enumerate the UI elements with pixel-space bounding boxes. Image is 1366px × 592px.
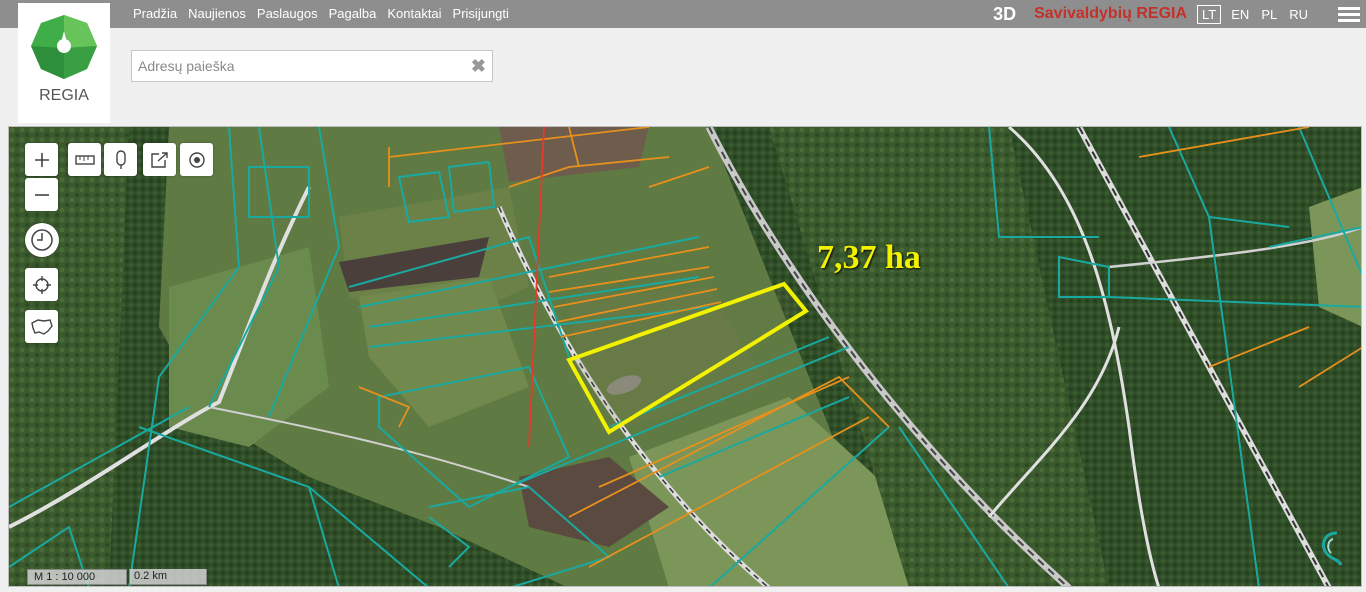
nav-item-services[interactable]: Paslaugos bbox=[257, 6, 318, 21]
regia-map-watermark bbox=[1317, 529, 1347, 574]
regia-watermark-icon bbox=[1322, 531, 1343, 566]
nav-item-help[interactable]: Pagalba bbox=[329, 6, 377, 21]
share-button[interactable] bbox=[143, 143, 176, 176]
nav-item-contacts[interactable]: Kontaktai bbox=[387, 6, 441, 21]
clock-icon bbox=[31, 229, 53, 251]
lang-ru[interactable]: RU bbox=[1289, 7, 1308, 22]
lang-pl[interactable]: PL bbox=[1261, 7, 1277, 22]
target-button[interactable] bbox=[180, 143, 213, 176]
marker-button[interactable] bbox=[104, 143, 137, 176]
zoom-out-button[interactable] bbox=[25, 178, 58, 211]
zoom-out-icon bbox=[34, 193, 49, 196]
3d-button[interactable]: 3D bbox=[993, 4, 1016, 25]
target-icon bbox=[188, 151, 205, 168]
history-button[interactable] bbox=[25, 223, 59, 257]
clear-icon[interactable]: ✖ bbox=[471, 56, 486, 77]
main-nav: Pradžia Naujienos Paslaugos Pagalba Kont… bbox=[133, 6, 509, 21]
brand-title: Savivaldybių REGIA bbox=[1034, 5, 1188, 22]
country-extent-button[interactable] bbox=[25, 310, 58, 343]
regia-logo-icon bbox=[31, 15, 97, 79]
nav-item-login[interactable]: Prisijungti bbox=[453, 6, 509, 21]
aerial-imagery bbox=[9, 127, 1361, 586]
measure-icon bbox=[74, 154, 95, 165]
nav-item-news[interactable]: Naujienos bbox=[188, 6, 246, 21]
zoom-in-icon bbox=[34, 152, 49, 167]
zoom-in-button[interactable] bbox=[25, 143, 58, 176]
hamburger-icon[interactable] bbox=[1338, 4, 1360, 25]
share-icon bbox=[150, 151, 168, 168]
marker-icon bbox=[115, 149, 126, 169]
search-input[interactable] bbox=[132, 51, 462, 81]
header-right: 3D Savivaldybių REGIA LT EN PL RU bbox=[993, 0, 1366, 28]
measure-button[interactable] bbox=[68, 143, 101, 176]
locate-button[interactable] bbox=[25, 268, 58, 301]
lang-lt[interactable]: LT bbox=[1197, 4, 1222, 24]
parcel-area-label: 7,37 ha bbox=[817, 239, 921, 276]
logo-text: REGIA bbox=[39, 87, 89, 104]
map-scale-ratio: M 1 : 10 000 bbox=[27, 569, 127, 585]
lang-en[interactable]: EN bbox=[1231, 7, 1249, 22]
regia-logo[interactable]: REGIA bbox=[18, 3, 110, 123]
lithuania-shape-icon bbox=[30, 318, 53, 335]
app-root: Pradžia Naujienos Paslaugos Pagalba Kont… bbox=[0, 0, 1366, 592]
address-search: ✖ bbox=[131, 50, 493, 82]
nav-item-home[interactable]: Pradžia bbox=[133, 6, 177, 21]
locate-icon bbox=[32, 275, 51, 294]
map-view[interactable]: 7,37 ha M 1 : 10 000 0.2 km bbox=[8, 126, 1362, 587]
map-scale-bar: 0.2 km bbox=[129, 569, 207, 585]
top-bar: Pradžia Naujienos Paslaugos Pagalba Kont… bbox=[0, 0, 1366, 28]
